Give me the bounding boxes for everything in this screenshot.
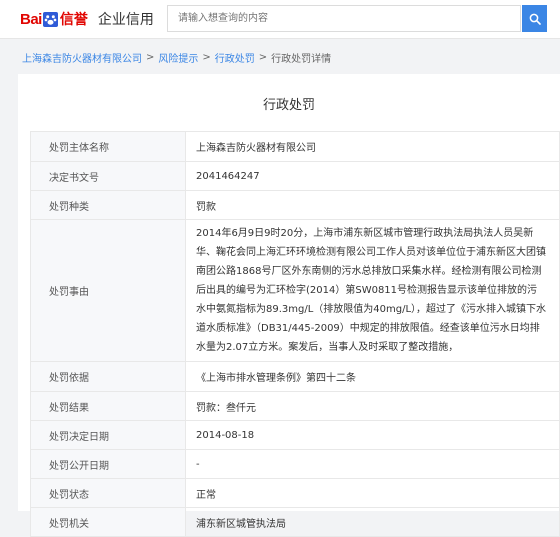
- row-value: 2041464247: [185, 161, 560, 191]
- detail-card: 行政处罚 处罚主体名称 上海森吉防火器材有限公司 决定书文号 204146424…: [18, 74, 560, 537]
- logo-xinyu-text: 信誉: [59, 12, 88, 28]
- search-input[interactable]: [167, 5, 521, 32]
- row-label: 处罚公开日期: [30, 449, 186, 479]
- row-label: 处罚主体名称: [30, 131, 186, 162]
- breadcrumb-risk-link[interactable]: 风险提示: [158, 50, 198, 65]
- row-label: 处罚状态: [30, 478, 186, 508]
- breadcrumb-separator: >: [258, 51, 268, 63]
- table-row: 处罚结果 罚款：叁仟元: [30, 391, 560, 421]
- logo-product-text: 企业信用: [97, 12, 154, 28]
- row-value: 罚款：叁仟元: [185, 391, 560, 421]
- row-value: 正常: [185, 478, 560, 508]
- row-label: 处罚结果: [30, 391, 186, 421]
- breadcrumb-penalty-link[interactable]: 行政处罚: [215, 50, 255, 65]
- search-icon: [529, 13, 541, 25]
- breadcrumb-separator: >: [202, 51, 211, 63]
- table-row: 处罚公开日期 -: [30, 449, 560, 479]
- breadcrumb-separator: >: [146, 51, 155, 63]
- row-value: 2014-08-18: [185, 420, 560, 450]
- breadcrumb-current: 行政处罚详情: [271, 53, 332, 65]
- row-value: 《上海市排水管理条例》第四十二条: [185, 361, 560, 392]
- row-label: 处罚事由: [30, 219, 186, 362]
- table-row: 处罚依据 《上海市排水管理条例》第四十二条: [30, 361, 560, 392]
- table-row: 处罚决定日期 2014-08-18: [30, 420, 560, 450]
- row-label: 决定书文号: [30, 161, 186, 191]
- row-label: 处罚种类: [30, 190, 186, 220]
- table-row: 决定书文号 2041464247: [30, 161, 560, 191]
- row-value: 罚款: [185, 190, 560, 220]
- penalty-detail-table: 处罚主体名称 上海森吉防火器材有限公司 决定书文号 2041464247 处罚种…: [30, 131, 560, 537]
- top-header: Bai 信誉 企业信用: [0, 0, 560, 39]
- table-row: 处罚主体名称 上海森吉防火器材有限公司: [30, 131, 560, 162]
- table-row: 处罚机关 浦东新区城管执法局: [30, 507, 560, 537]
- row-value: 2014年6月9日9时20分，上海市浦东新区城市管理行政执法局执法人员吴新华、鞠…: [185, 219, 560, 362]
- row-value: -: [185, 449, 560, 479]
- table-row: 处罚状态 正常: [30, 478, 560, 508]
- table-row: 处罚种类 罚款: [30, 190, 560, 220]
- row-label: 处罚依据: [30, 361, 186, 392]
- logo-bai-text: Bai: [20, 10, 42, 28]
- breadcrumb-company-link[interactable]: 上海森吉防火器材有限公司: [22, 50, 142, 65]
- search-button[interactable]: [522, 5, 547, 32]
- row-label: 处罚决定日期: [30, 420, 186, 450]
- row-value: 上海森吉防火器材有限公司: [185, 131, 560, 162]
- page-title: 行政处罚: [262, 98, 315, 113]
- breadcrumb: 上海森吉防火器材有限公司 > 风险提示 > 行政处罚 > 行政处罚详情: [22, 50, 332, 65]
- row-label: 处罚机关: [30, 507, 186, 537]
- table-row: 处罚事由 2014年6月9日9时20分，上海市浦东新区城市管理行政执法局执法人员…: [30, 219, 560, 362]
- baidu-paw-icon: [42, 11, 58, 27]
- row-value: 浦东新区城管执法局: [185, 507, 560, 537]
- baidu-xinyu-logo[interactable]: Bai 信誉 企业信用: [20, 8, 154, 30]
